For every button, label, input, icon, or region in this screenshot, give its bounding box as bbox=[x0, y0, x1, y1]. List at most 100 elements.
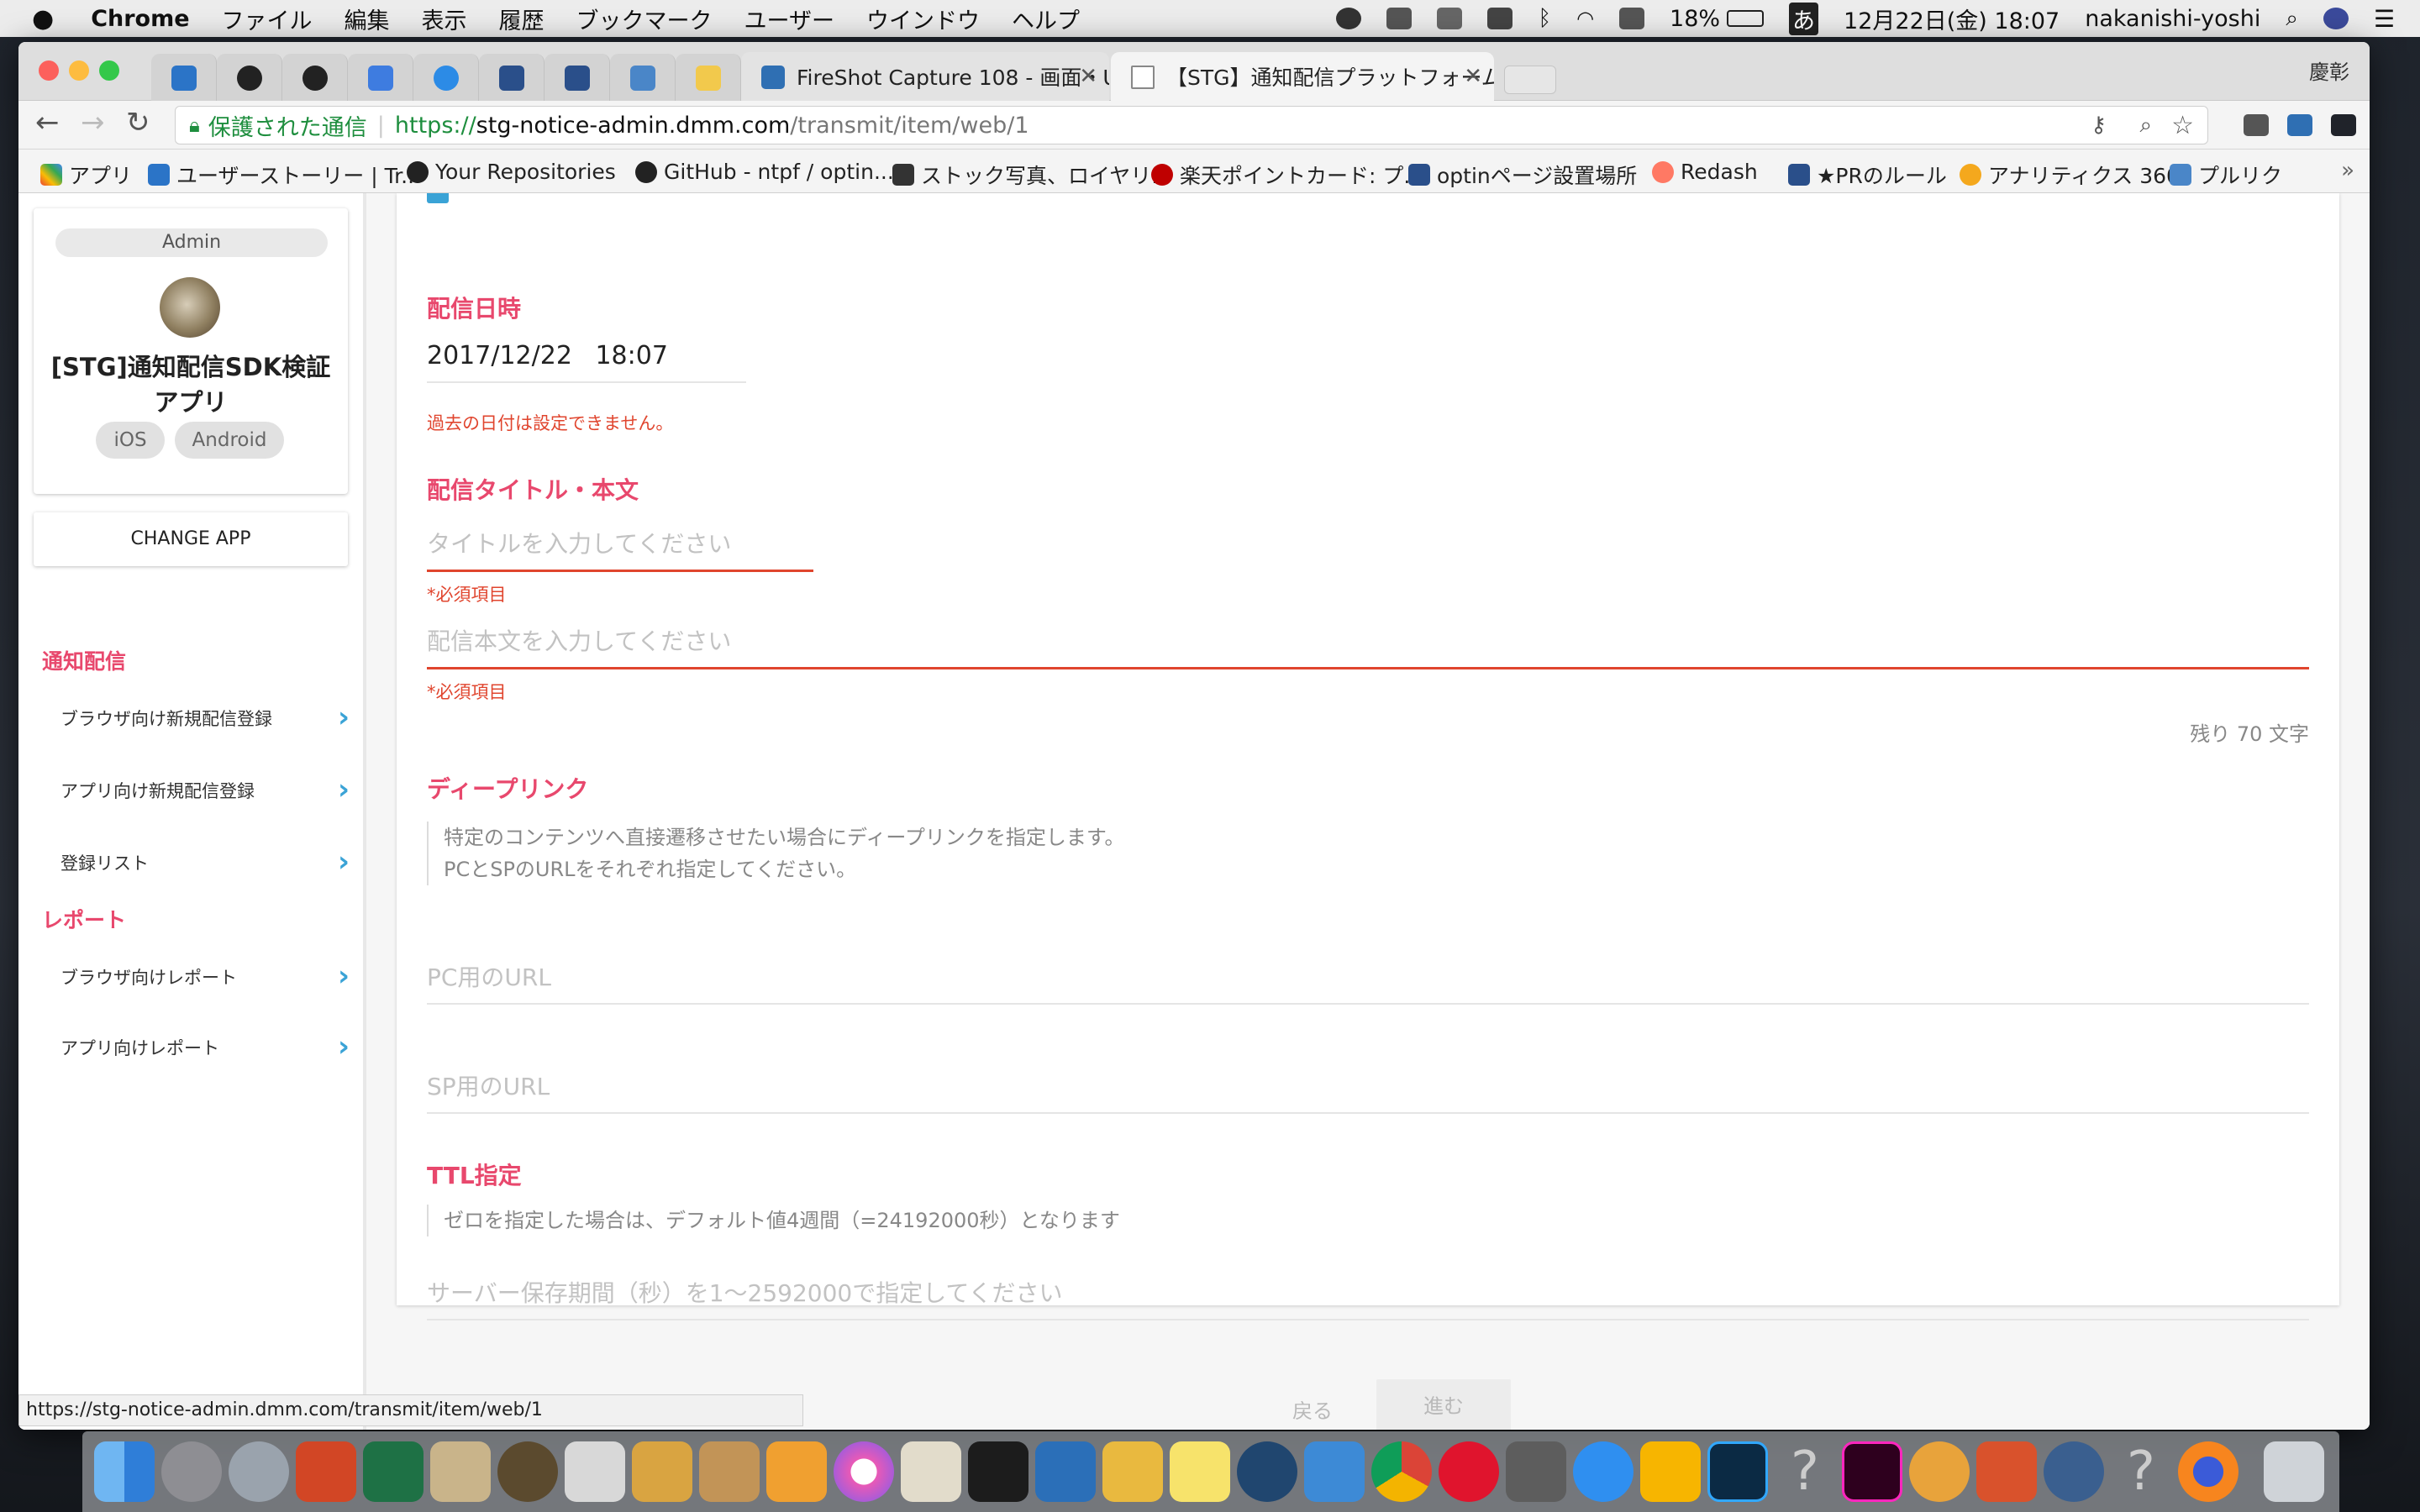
change-app-button[interactable]: CHANGE APP bbox=[34, 512, 348, 566]
bluetooth-icon[interactable]: ᛒ bbox=[1538, 6, 1551, 31]
pinned-tab-app-2[interactable] bbox=[413, 54, 479, 101]
tab-active[interactable]: 【STG】通知配信プラットフォーム ✕ bbox=[1111, 52, 1494, 101]
vscode-icon[interactable] bbox=[1035, 1441, 1096, 1502]
close-window-button[interactable] bbox=[39, 60, 59, 81]
scissors-app-icon[interactable] bbox=[565, 1441, 625, 1502]
next-button[interactable]: 進む bbox=[1376, 1379, 1511, 1430]
launchpad-icon[interactable] bbox=[229, 1441, 289, 1502]
network-app-icon[interactable] bbox=[2044, 1441, 2104, 1502]
books-app-icon[interactable] bbox=[766, 1441, 827, 1502]
pinned-tab-github-1[interactable] bbox=[217, 54, 282, 101]
menu-history[interactable]: 履歴 bbox=[499, 3, 544, 35]
siri-icon[interactable] bbox=[2323, 8, 2349, 29]
user-name[interactable]: nakanishi-yoshi bbox=[2085, 6, 2260, 32]
title-input[interactable]: タイトルを入力してください bbox=[427, 526, 813, 572]
pinned-tab-app-5[interactable] bbox=[610, 54, 676, 101]
menu-file[interactable]: ファイル bbox=[222, 3, 313, 35]
zoom-icon[interactable]: ⌕ bbox=[2139, 113, 2152, 139]
unknown-app-icon[interactable]: ? bbox=[1775, 1441, 1835, 1502]
pinned-tab-app-6[interactable] bbox=[676, 54, 741, 101]
close-tab-icon[interactable]: ✕ bbox=[1464, 64, 1482, 89]
menu-bookmarks[interactable]: ブックマーク bbox=[576, 3, 713, 35]
schedule-date-input[interactable]: 2017/12/22 18:07 bbox=[427, 341, 746, 383]
folder-app-icon[interactable] bbox=[632, 1441, 692, 1502]
bookmark-rakuten[interactable]: 楽天ポイントカード: プ... bbox=[1151, 160, 1423, 190]
profile-name[interactable]: 慶彰 bbox=[2309, 55, 2349, 85]
adobe-xd-icon[interactable] bbox=[1842, 1441, 1902, 1502]
photoshop-icon[interactable] bbox=[1707, 1441, 1768, 1502]
menu-app-name[interactable]: Chrome bbox=[91, 6, 189, 32]
bookmark-apps[interactable]: アプリ bbox=[40, 160, 132, 190]
menu-help[interactable]: ヘルプ bbox=[1012, 3, 1080, 35]
nav-item-list[interactable]: 登録リスト › bbox=[60, 845, 350, 879]
zoom-window-button[interactable] bbox=[99, 60, 119, 81]
menu-user[interactable]: ユーザー bbox=[744, 3, 834, 35]
excel-icon[interactable] bbox=[363, 1441, 424, 1502]
archive-utility-icon[interactable] bbox=[699, 1441, 760, 1502]
system-preferences-icon[interactable] bbox=[161, 1441, 222, 1502]
wifi-icon[interactable]: ◠ bbox=[1576, 7, 1594, 30]
k-app-icon[interactable] bbox=[1487, 8, 1513, 29]
sublime-text-icon[interactable] bbox=[1506, 1441, 1566, 1502]
tab-fireshot[interactable]: FireShot Capture 108 - 画面・U ✕ bbox=[741, 52, 1109, 101]
bookmark-pull-requests[interactable]: プルリク bbox=[2170, 160, 2282, 190]
pinned-tab-app-3[interactable] bbox=[479, 54, 544, 101]
notification-center-icon[interactable]: ☰ bbox=[2374, 5, 2395, 33]
powerpoint-icon[interactable] bbox=[296, 1441, 356, 1502]
cyberduck-icon[interactable] bbox=[1909, 1441, 1970, 1502]
bookmark-github-optin[interactable]: GitHub - ntpf / optin... bbox=[635, 160, 894, 184]
notes-icon[interactable] bbox=[1170, 1441, 1230, 1502]
bookmark-user-story[interactable]: ユーザーストーリー | Tr... bbox=[148, 160, 421, 190]
terminal-icon[interactable] bbox=[968, 1441, 1028, 1502]
chrome-icon[interactable] bbox=[1371, 1441, 1432, 1502]
nav-item-app-new[interactable]: アプリ向け新規配信登録 › bbox=[60, 773, 350, 806]
body-input[interactable]: 配信本文を入力してください bbox=[427, 623, 2309, 669]
finder-icon[interactable] bbox=[94, 1441, 155, 1502]
upload-icon[interactable] bbox=[1437, 8, 1463, 29]
sketch-icon[interactable] bbox=[1640, 1441, 1701, 1502]
remote-desktop-icon[interactable] bbox=[1976, 1441, 2037, 1502]
bookmark-your-repositories[interactable]: Your Repositories bbox=[407, 160, 616, 184]
opera-icon[interactable] bbox=[1439, 1441, 1499, 1502]
preview-icon[interactable] bbox=[430, 1441, 491, 1502]
safari-icon[interactable] bbox=[1573, 1441, 1634, 1502]
apple-menu-icon[interactable]: ● bbox=[32, 4, 54, 34]
forward-arrow-icon[interactable]: → bbox=[81, 106, 105, 139]
extension-s-icon[interactable] bbox=[2287, 114, 2312, 136]
trash-icon[interactable] bbox=[2264, 1441, 2324, 1502]
bookmark-stock-photo[interactable]: ストック写真、ロイヤリ... bbox=[892, 160, 1171, 190]
transmit-icon[interactable] bbox=[1102, 1441, 1163, 1502]
creative-cloud-icon[interactable] bbox=[1336, 8, 1362, 29]
key-icon[interactable]: ⚷ bbox=[2091, 113, 2107, 138]
input-method-icon[interactable]: あ bbox=[1789, 2, 1819, 35]
reload-icon[interactable]: ↻ bbox=[126, 106, 150, 139]
sp-url-input[interactable]: SP用のURL bbox=[427, 1068, 2309, 1114]
nav-item-browser-new[interactable]: ブラウザ向け新規配信登録 › bbox=[60, 701, 350, 734]
ttl-input[interactable]: サーバー保存期間（秒）を1〜2592000で指定してください bbox=[427, 1275, 2309, 1320]
itunes-icon[interactable] bbox=[834, 1441, 894, 1502]
nav-item-app-report[interactable]: アプリ向けレポート › bbox=[60, 1030, 350, 1063]
pinned-tab-github-2[interactable] bbox=[282, 54, 348, 101]
extension-react-icon[interactable] bbox=[2331, 114, 2356, 136]
nav-item-browser-report[interactable]: ブラウザ向けレポート › bbox=[60, 959, 350, 993]
pc-url-input[interactable]: PC用のURL bbox=[427, 959, 2309, 1005]
menu-view[interactable]: 表示 bbox=[422, 3, 467, 35]
pinned-tab-trello[interactable] bbox=[151, 54, 217, 101]
pinned-tab-app-4[interactable] bbox=[544, 54, 610, 101]
battery-icon[interactable] bbox=[1727, 10, 1765, 27]
new-tab-button[interactable] bbox=[1504, 66, 1556, 94]
back-button[interactable]: 戻る bbox=[1254, 1394, 1371, 1428]
checkbox-top-edge[interactable] bbox=[427, 193, 449, 203]
pencil-app-icon[interactable] bbox=[901, 1441, 961, 1502]
spotlight-search-icon[interactable]: ⌕ bbox=[2286, 6, 2298, 32]
s-app-icon[interactable] bbox=[1304, 1441, 1365, 1502]
bookmark-star-icon[interactable]: ☆ bbox=[2171, 111, 2194, 140]
sourcetree-icon[interactable] bbox=[1237, 1441, 1297, 1502]
close-tab-icon[interactable]: ✕ bbox=[1079, 64, 1097, 89]
bookmark-optin-page[interactable]: optinページ設置場所 bbox=[1408, 160, 1637, 190]
status-app-icon[interactable] bbox=[1386, 8, 1413, 29]
gas-mask-icon[interactable] bbox=[497, 1441, 558, 1502]
bookmark-redash[interactable]: Redash bbox=[1652, 160, 1758, 184]
clock[interactable]: 12月22日(金) 18:07 bbox=[1844, 3, 2060, 35]
extension-incognito-icon[interactable] bbox=[2244, 114, 2269, 136]
